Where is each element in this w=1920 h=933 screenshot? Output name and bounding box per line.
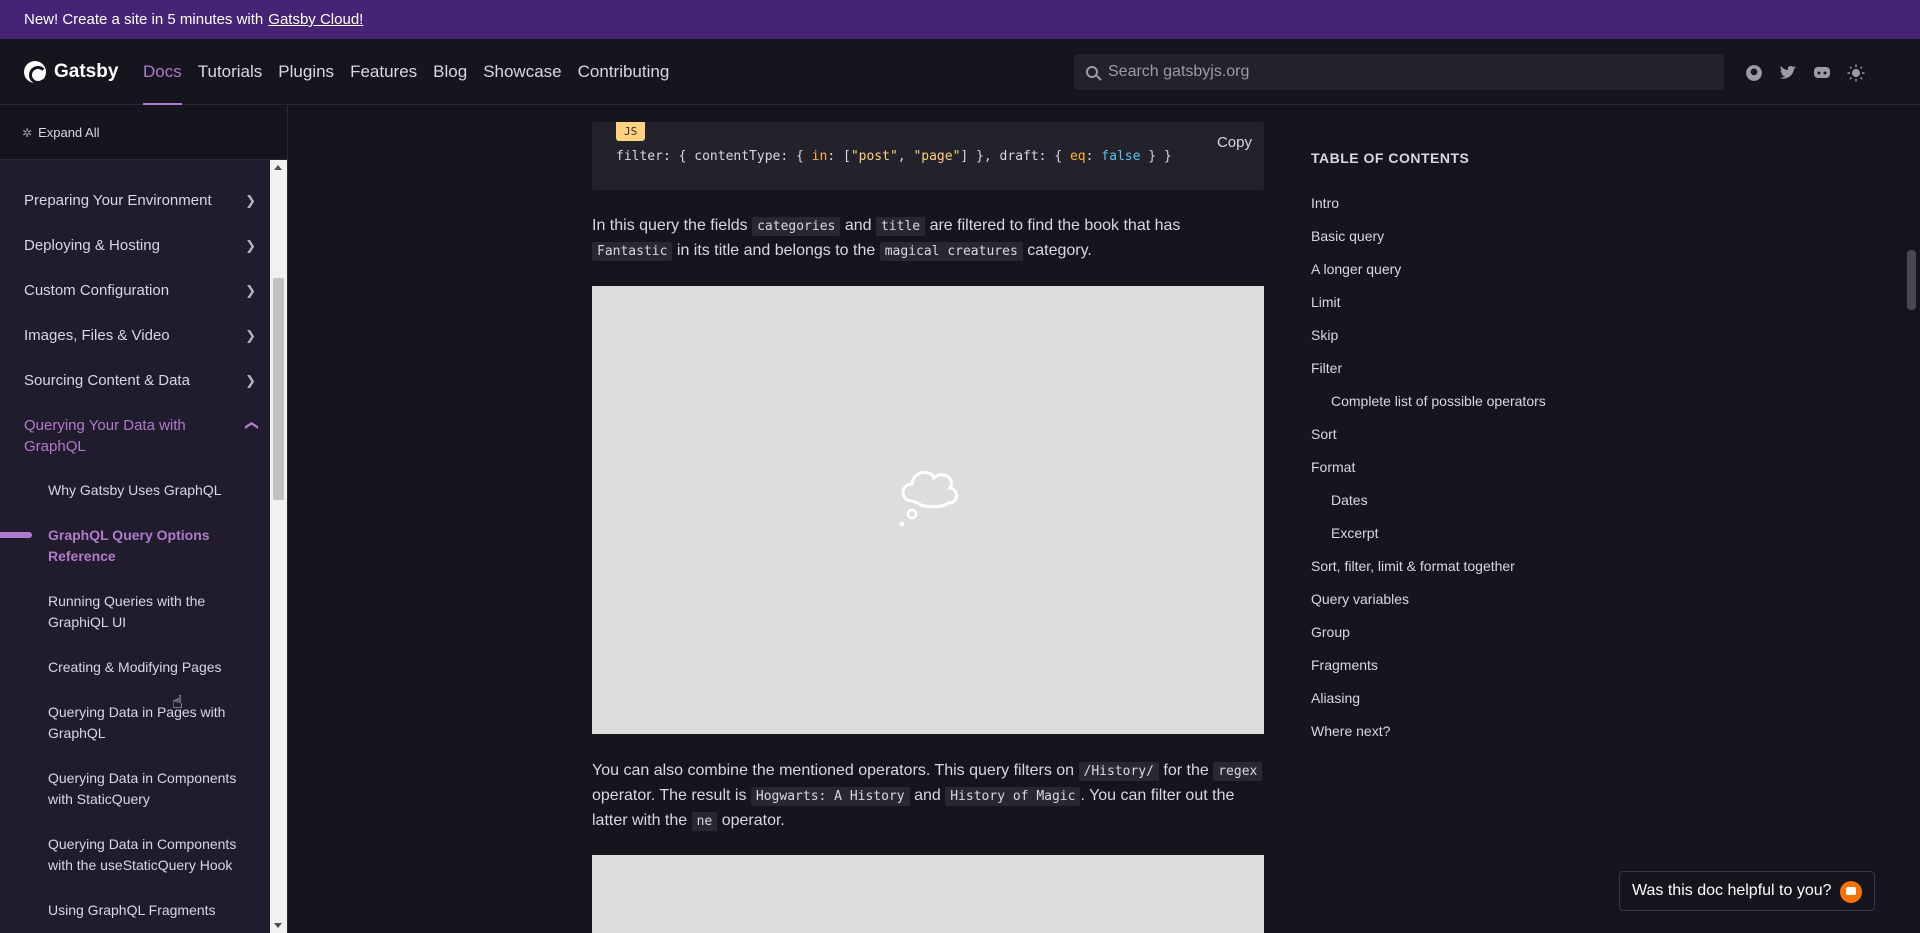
chevron-right-icon: ❯ (245, 193, 256, 208)
expand-icon: ✲ (22, 125, 33, 140)
copy-button[interactable]: Copy (1217, 134, 1252, 151)
feedback-widget[interactable]: Was this doc helpful to you? (1619, 871, 1875, 911)
sidebar-subitem-query-options-reference[interactable]: GraphQL Query Options Reference (48, 525, 248, 567)
sidebar-subitem-why-graphql[interactable]: Why Gatsby Uses GraphQL (48, 480, 248, 501)
page-scroll-thumb[interactable] (1907, 250, 1916, 310)
sidebar-item-deploying-hosting[interactable]: Deploying & Hosting ❯ (24, 235, 256, 256)
sidebar-item-label: Deploying & Hosting (24, 237, 160, 254)
chat-icon (1840, 881, 1862, 903)
sidebar-subitem-creating-pages[interactable]: Creating & Modifying Pages (48, 657, 248, 678)
nav-tutorials[interactable]: Tutorials (190, 39, 271, 105)
toc-item-query-variables[interactable]: Query variables (1311, 591, 1409, 607)
toc-item-sort[interactable]: Sort (1311, 426, 1337, 442)
toc-item-excerpt[interactable]: Excerpt (1331, 525, 1378, 541)
sidebar-item-sourcing-content[interactable]: Sourcing Content & Data ❯ (24, 370, 256, 391)
image-placeholder-2 (592, 855, 1264, 933)
sidebar-subitem-querying-pages[interactable]: Querying Data in Pages with GraphQL (48, 702, 248, 744)
toc-item-intro[interactable]: Intro (1311, 195, 1339, 211)
sidebar-item-custom-configuration[interactable]: Custom Configuration ❯ (24, 280, 256, 301)
gatsby-cloud-link[interactable]: Gatsby Cloud! (268, 11, 363, 28)
search-icon (1086, 66, 1098, 78)
active-item-marker (0, 532, 32, 538)
search-input[interactable] (1108, 63, 1688, 81)
toc-item-longer-query[interactable]: A longer query (1311, 261, 1401, 277)
nav-showcase[interactable]: Showcase (475, 39, 569, 105)
toc-item-skip[interactable]: Skip (1311, 327, 1338, 343)
gatsby-logo-icon (24, 61, 47, 84)
sidebar-subitem-staticquery[interactable]: Querying Data in Components with StaticQ… (48, 768, 248, 810)
toc-item-aliasing[interactable]: Aliasing (1311, 690, 1360, 706)
toc-item-fragments[interactable]: Fragments (1311, 657, 1378, 673)
github-icon[interactable] (1744, 63, 1764, 83)
sidebar-item-label: Querying Your Data with GraphQL (24, 417, 186, 455)
search-box[interactable] (1074, 54, 1724, 90)
toc-item-group[interactable]: Group (1311, 624, 1350, 640)
toc-item-dates[interactable]: Dates (1331, 492, 1368, 508)
discord-icon[interactable] (1812, 63, 1832, 83)
code-block: JS Copy filter: { contentType: { in: ["p… (592, 122, 1264, 190)
sidebar-divider (287, 106, 288, 933)
toc-title: TABLE OF CONTENTS (1311, 150, 1470, 166)
chevron-up-icon: ❯ (243, 420, 259, 431)
toc-item-where-next[interactable]: Where next? (1311, 723, 1390, 739)
sidebar-scrollbar[interactable] (270, 160, 287, 933)
toc-item-limit[interactable]: Limit (1311, 294, 1341, 310)
scroll-up-icon[interactable] (274, 165, 282, 170)
nav-blog[interactable]: Blog (425, 39, 475, 105)
sidebar-item-querying-graphql[interactable]: Querying Your Data with GraphQL ❯ (24, 415, 258, 457)
loading-cloud-icon (899, 470, 958, 527)
site-header: Gatsby Docs Tutorials Plugins Features B… (0, 39, 1920, 105)
docs-sidebar: Preparing Your Environment ❯ Deploying &… (0, 160, 270, 933)
chevron-right-icon: ❯ (245, 373, 256, 388)
sidebar-subitem-usestaticquery[interactable]: Querying Data in Components with the use… (48, 834, 248, 876)
sidebar-item-label: Preparing Your Environment (24, 192, 212, 209)
paragraph-filter-explanation: In this query the fields categories and … (592, 217, 1181, 261)
sidebar-item-label: Images, Files & Video (24, 327, 170, 344)
nav-features[interactable]: Features (342, 39, 425, 105)
mouse-cursor-icon: ☝ (172, 692, 183, 712)
code-line: filter: { contentType: { in: ["post", "p… (616, 149, 1172, 164)
feedback-label: Was this doc helpful to you? (1632, 882, 1832, 899)
toc-item-filter[interactable]: Filter (1311, 360, 1342, 376)
banner-text: New! Create a site in 5 minutes with (24, 11, 264, 28)
sidebar-item-label: Custom Configuration (24, 282, 170, 299)
nav-docs[interactable]: Docs (135, 39, 190, 105)
chevron-right-icon: ❯ (245, 238, 256, 253)
scroll-down-icon[interactable] (274, 923, 282, 928)
sidebar-subitem-graphiql-ui[interactable]: Running Queries with the GraphiQL UI (48, 591, 248, 633)
nav-contributing[interactable]: Contributing (570, 39, 678, 105)
paragraph-combine-operators: You can also combine the mentioned opera… (592, 759, 1264, 834)
image-placeholder (592, 286, 1264, 734)
theme-toggle-icon[interactable] (1846, 63, 1866, 83)
code-language-badge: JS (616, 122, 646, 141)
header-icons (1744, 63, 1866, 83)
sidebar-scroll-thumb[interactable] (273, 278, 284, 500)
expand-all-button[interactable]: ✲ Expand All (0, 106, 287, 160)
page-scrollbar[interactable] (1903, 106, 1920, 933)
sidebar-item-preparing-environment[interactable]: Preparing Your Environment ❯ (24, 190, 256, 211)
announcement-banner: New! Create a site in 5 minutes with Gat… (0, 0, 1920, 39)
expand-all-label: Expand All (38, 125, 100, 140)
sidebar-item-images-files-video[interactable]: Images, Files & Video ❯ (24, 325, 256, 346)
nav-plugins[interactable]: Plugins (270, 39, 342, 105)
gatsby-logo[interactable]: Gatsby (24, 61, 119, 84)
chevron-right-icon: ❯ (245, 283, 256, 298)
toc-item-together[interactable]: Sort, filter, limit & format together (1311, 558, 1515, 574)
sidebar-subitem-fragments[interactable]: Using GraphQL Fragments (48, 900, 248, 921)
logo-text: Gatsby (54, 61, 119, 82)
sidebar-item-label: Sourcing Content & Data (24, 372, 190, 389)
twitter-icon[interactable] (1778, 63, 1798, 83)
table-of-contents: TABLE OF CONTENTS (1311, 150, 1611, 184)
main-nav: Docs Tutorials Plugins Features Blog Sho… (135, 39, 677, 105)
toc-item-format[interactable]: Format (1311, 459, 1355, 475)
toc-item-operators[interactable]: Complete list of possible operators (1331, 393, 1546, 409)
toc-item-basic-query[interactable]: Basic query (1311, 228, 1384, 244)
chevron-right-icon: ❯ (245, 328, 256, 343)
